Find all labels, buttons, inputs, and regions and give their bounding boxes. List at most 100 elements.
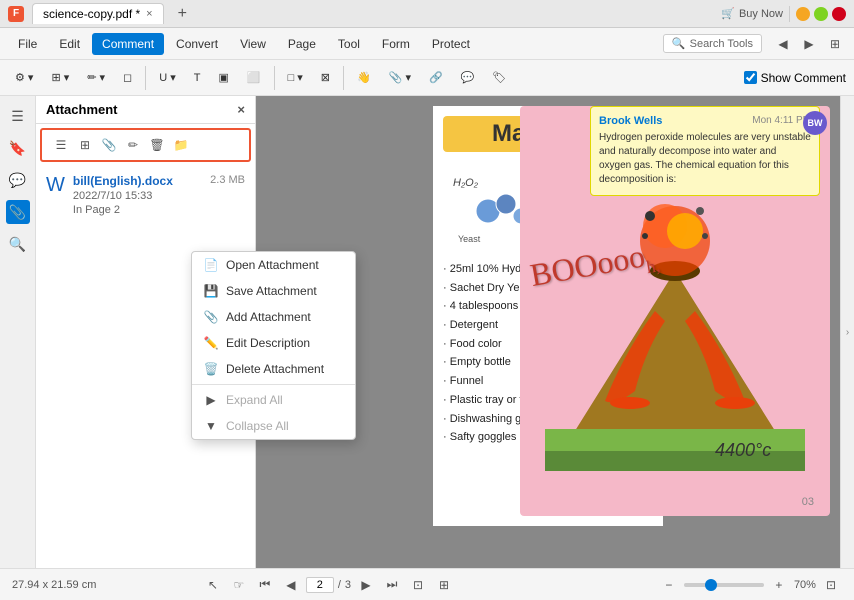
first-page-btn[interactable]: ⏮ bbox=[254, 574, 276, 596]
att-list-btn[interactable]: ☰ bbox=[50, 134, 72, 156]
volcano-svg: 4400°c bbox=[545, 151, 805, 471]
att-folder-btn[interactable]: 📁 bbox=[170, 134, 192, 156]
menu-convert[interactable]: Convert bbox=[166, 33, 228, 55]
ctx-add[interactable]: 📎 Add Attachment bbox=[192, 304, 355, 330]
tool-measure[interactable]: ⊠ bbox=[314, 67, 337, 88]
menu-file[interactable]: File bbox=[8, 33, 47, 55]
menubar: File Edit Comment Convert View Page Tool… bbox=[0, 28, 854, 60]
show-comment-label: Show Comment bbox=[761, 71, 846, 85]
zoom-out-btn[interactable]: − bbox=[658, 574, 680, 596]
context-menu: 📄 Open Attachment 💾 Save Attachment 📎 Ad… bbox=[191, 251, 356, 440]
att-delete-btn[interactable]: 🗑 bbox=[146, 134, 168, 156]
sidebar-icon-find[interactable]: 🔍 bbox=[6, 232, 30, 256]
next-page-btn[interactable]: ▶ bbox=[355, 574, 377, 596]
add-tab-button[interactable]: + bbox=[172, 5, 193, 23]
external-button[interactable]: ⊞ bbox=[824, 33, 846, 55]
show-comment-section: Show Comment bbox=[744, 71, 846, 85]
att-edit-btn[interactable]: ✏ bbox=[122, 134, 144, 156]
avatar: BW bbox=[803, 111, 827, 135]
tool-callout[interactable]: ⬜ bbox=[240, 67, 268, 88]
file-info: bill(English).docx 2022/7/10 15:33 In Pa… bbox=[73, 174, 202, 216]
last-page-btn[interactable]: ⏭ bbox=[381, 574, 403, 596]
tab-filename: science-copy.pdf * bbox=[43, 7, 140, 21]
tool-shape[interactable]: □ ▾ bbox=[281, 67, 310, 88]
tool-comment[interactable]: 💬 bbox=[454, 67, 482, 88]
tool-attach[interactable]: 📎 ▾ bbox=[382, 67, 418, 88]
sidebar-icon-search[interactable]: 💬 bbox=[6, 168, 30, 192]
zoom-slider[interactable] bbox=[684, 583, 764, 587]
back-button[interactable]: ◀ bbox=[772, 33, 794, 55]
menu-view[interactable]: View bbox=[230, 33, 276, 55]
forward-button[interactable]: ▶ bbox=[798, 33, 820, 55]
att-attach-btn[interactable]: 📎 bbox=[98, 134, 120, 156]
file-item[interactable]: W bill(English).docx 2022/7/10 15:33 In … bbox=[36, 166, 255, 224]
app-icon: F bbox=[8, 6, 24, 22]
cursor-btn[interactable]: ↖ bbox=[202, 574, 224, 596]
right-collapse-handle[interactable]: › bbox=[840, 96, 854, 568]
tool-btn-1[interactable]: ⚙ ▾ bbox=[8, 67, 40, 88]
ctx-save-label: Save Attachment bbox=[226, 284, 317, 298]
collapse-arrow: › bbox=[846, 327, 849, 338]
tool-tag[interactable]: 🏷 bbox=[485, 67, 513, 88]
tool-text-box[interactable]: ▣ bbox=[211, 67, 235, 88]
ctx-save[interactable]: 💾 Save Attachment bbox=[192, 278, 355, 304]
zoom-in-btn[interactable]: + bbox=[768, 574, 790, 596]
sidebar-icon-attachment[interactable]: 📎 bbox=[6, 200, 30, 224]
open-icon: 📄 bbox=[204, 258, 218, 272]
hand-btn[interactable]: ☞ bbox=[228, 574, 250, 596]
page-number-input[interactable] bbox=[306, 577, 334, 593]
tool-btn-2[interactable]: ⊞ ▾ bbox=[44, 67, 76, 88]
buy-now-button[interactable]: 🛒 Buy Now bbox=[721, 7, 783, 20]
fit-page-btn[interactable]: ⊡ bbox=[407, 574, 429, 596]
fit-width-btn[interactable]: ⊞ bbox=[433, 574, 455, 596]
search-tools[interactable]: 🔍 Search Tools bbox=[663, 34, 762, 53]
menu-comment[interactable]: Comment bbox=[92, 33, 164, 55]
menu-protect[interactable]: Protect bbox=[422, 33, 480, 55]
ctx-open[interactable]: 📄 Open Attachment bbox=[192, 252, 355, 278]
maximize-button[interactable] bbox=[814, 7, 828, 21]
toolbar-separator-3 bbox=[343, 66, 344, 90]
attachment-panel: Attachment × ☰ ⊞ 📎 ✏ 🗑 📁 W bill(English)… bbox=[36, 96, 256, 568]
show-comment-checkbox[interactable] bbox=[744, 71, 757, 84]
ctx-expand-label: Expand All bbox=[226, 393, 283, 407]
attachment-toolbar: ☰ ⊞ 📎 ✏ 🗑 📁 bbox=[40, 128, 251, 162]
tool-btn-3[interactable]: ✏ ▾ bbox=[80, 67, 112, 88]
tool-text[interactable]: T bbox=[187, 68, 208, 88]
menu-page[interactable]: Page bbox=[278, 33, 326, 55]
svg-text:H₂O₂: H₂O₂ bbox=[453, 177, 479, 189]
zoom-level: 70% bbox=[794, 579, 816, 591]
ctx-edit[interactable]: ✏️ Edit Description bbox=[192, 330, 355, 356]
sidebar-icon-bookmark[interactable]: 🔖 bbox=[6, 136, 30, 160]
file-date: 2022/7/10 15:33 bbox=[73, 190, 202, 202]
tool-link[interactable]: 🔗 bbox=[422, 67, 450, 88]
toolbar-separator-2 bbox=[274, 66, 275, 90]
ctx-delete[interactable]: 🗑️ Delete Attachment bbox=[192, 356, 355, 382]
comment-author: Brook Wells bbox=[599, 115, 662, 127]
close-button[interactable] bbox=[832, 7, 846, 21]
total-pages: 3 bbox=[345, 579, 351, 591]
menu-form[interactable]: Form bbox=[372, 33, 420, 55]
comment-bubble: Brook Wells Mon 4:11 PM Hydrogen peroxid… bbox=[590, 106, 820, 196]
minimize-button[interactable] bbox=[796, 7, 810, 21]
tool-underline[interactable]: U ▾ bbox=[152, 67, 183, 88]
bottom-bar: 27.94 x 21.59 cm ↖ ☞ ⏮ ◀ / 3 ▶ ⏭ ⊡ ⊞ − +… bbox=[0, 568, 854, 600]
file-tab[interactable]: science-copy.pdf * × bbox=[32, 3, 164, 24]
sidebar-icon-panel[interactable]: ☰ bbox=[6, 104, 30, 128]
search-tools-label: Search Tools bbox=[690, 38, 753, 50]
attachment-close[interactable]: × bbox=[237, 102, 245, 117]
ctx-add-label: Add Attachment bbox=[226, 310, 311, 324]
tab-close[interactable]: × bbox=[146, 8, 152, 20]
fullscreen-btn[interactable]: ⊡ bbox=[820, 574, 842, 596]
tool-btn-4[interactable]: ◻ bbox=[116, 67, 139, 88]
ctx-expand: ▶ Expand All bbox=[192, 387, 355, 413]
att-page-btn[interactable]: ⊞ bbox=[74, 134, 96, 156]
collapse-icon: ▼ bbox=[204, 419, 218, 433]
menu-edit[interactable]: Edit bbox=[49, 33, 90, 55]
prev-page-btn[interactable]: ◀ bbox=[280, 574, 302, 596]
menu-tool[interactable]: Tool bbox=[328, 33, 370, 55]
ctx-collapse: ▼ Collapse All bbox=[192, 413, 355, 439]
search-icon: 🔍 bbox=[672, 37, 686, 50]
ctx-edit-label: Edit Description bbox=[226, 336, 310, 350]
expand-icon: ▶ bbox=[204, 393, 218, 407]
tool-stamp[interactable]: 👋 bbox=[350, 67, 378, 88]
